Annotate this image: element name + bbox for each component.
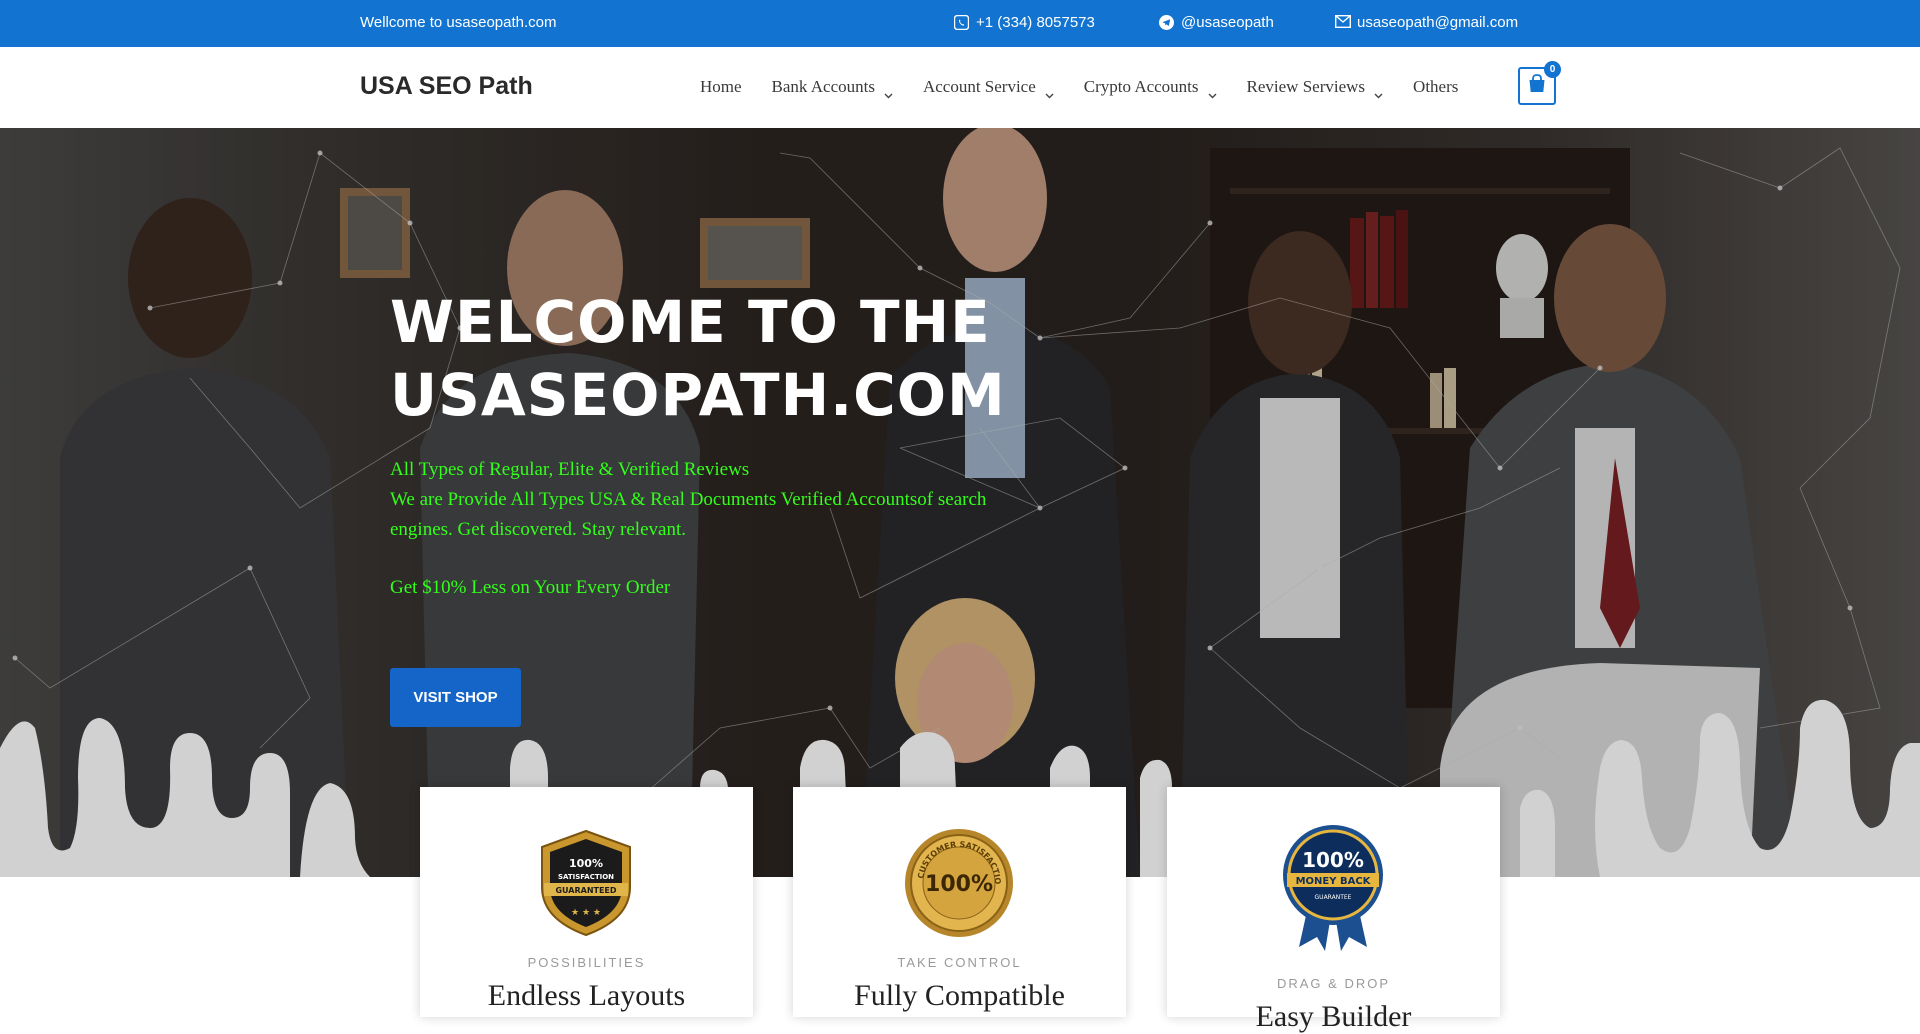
customer-satisfaction-100-badge: CUSTOMER SATISFACTION 100% [903,827,1013,937]
envelope-icon [1334,14,1352,30]
svg-text:★ ★ ★: ★ ★ ★ [571,908,601,918]
visit-shop-button[interactable]: VISIT SHOP [390,668,521,727]
shopping-bag-icon [1527,74,1547,98]
nav-item-account-service[interactable]: Account Service [922,77,1054,99]
nav-label: Crypto Accounts [1083,77,1199,96]
hero-title-line-1: WELCOME TO THE [390,288,991,356]
chevron-down-icon [1374,84,1383,99]
money-back-guarantee-badge: 100% MONEY BACK GUARANTEE [1283,825,1383,951]
hero-offer-text: Get $10% Less on Your Every Order [390,577,671,598]
whatsapp-icon [953,14,970,31]
hero-subtitle: All Types of Regular, Elite & Verified R… [390,455,1000,545]
badge1-line2: SATISFACTION [558,873,614,881]
top-bar: Wellcome to usaseopath.com +1 (334) 8057… [0,0,1920,47]
nav-label: Bank Accounts [771,77,875,96]
telegram-handle: @usaseopath [1181,14,1274,31]
site-logo[interactable]: USA SEO Path [360,72,533,101]
nav-label: Review Serviews [1246,77,1366,96]
nav-label: Others [1413,77,1459,96]
feature-heading: Fully Compatible [854,979,1065,1012]
email-contact[interactable]: usaseopath@gmail.com [1334,14,1519,31]
badge3-big: 100% [1302,848,1364,872]
phone-number: +1 (334) 8057573 [976,14,1095,31]
hero-subtitle-line-1: All Types of Regular, Elite & Verified R… [390,459,750,480]
badge3-small: GUARANTEE [1315,894,1352,901]
hero-subtitle-line-2: We are Provide All Types USA & Real Docu… [390,489,987,540]
feature-eyebrow: DRAG & DROP [1276,976,1390,991]
chevron-down-icon [884,84,893,99]
badge1-line1: 100% [569,857,603,870]
feature-heading: Easy Builder [1255,1000,1412,1033]
nav-item-review-services[interactable]: Review Serviews [1246,77,1384,99]
feature-eyebrow: POSSIBILITIES [527,955,646,970]
telegram-icon [1159,15,1174,30]
phone-contact[interactable]: +1 (334) 8057573 [953,14,1095,31]
cart-button[interactable]: 0 [1518,61,1561,105]
nav-label: Home [700,77,742,96]
feature-heading: Endless Layouts [487,979,686,1012]
feature-eyebrow: TAKE CONTROL [897,955,1022,970]
feature-card-drag-drop: 100% MONEY BACK GUARANTEE DRAG & DROP Ea… [1167,787,1500,1033]
welcome-text: Wellcome to usaseopath.com [360,14,557,31]
nav-item-bank-accounts[interactable]: Bank Accounts [771,77,893,99]
chevron-down-icon [1045,84,1054,99]
badge1-line3: GUARANTEED [555,886,616,895]
feature-card-possibilities: 100% SATISFACTION GUARANTEED ★ ★ ★ POSSI… [420,787,753,1017]
nav-item-others[interactable]: Others [1413,77,1458,97]
feature-card-take-control: CUSTOMER SATISFACTION 100% TAKE CONTROL … [793,787,1126,1017]
badge3-mid: MONEY BACK [1296,876,1372,887]
telegram-contact[interactable]: @usaseopath [1159,14,1274,31]
hero-section: WELCOME TO THE USASEOPATH.COM All Types … [0,128,1920,877]
nav-item-home[interactable]: Home [700,77,742,97]
nav-item-crypto-accounts[interactable]: Crypto Accounts [1083,77,1217,99]
site-header: USA SEO Path Home Bank Accounts Account … [0,47,1920,129]
main-nav: Home Bank Accounts Account Service Crypt… [700,77,1488,99]
cart-count-badge: 0 [1544,61,1561,78]
nav-label: Account Service [922,77,1036,96]
chevron-down-icon [1208,84,1217,99]
hero-title-line-2: USASEOPATH.COM [390,361,1006,429]
email-address: usaseopath@gmail.com [1357,14,1519,31]
badge2-big: 100% [925,872,993,897]
hero-title: WELCOME TO THE USASEOPATH.COM [390,286,1090,432]
satisfaction-guaranteed-badge: 100% SATISFACTION GUARANTEED ★ ★ ★ [541,829,631,937]
